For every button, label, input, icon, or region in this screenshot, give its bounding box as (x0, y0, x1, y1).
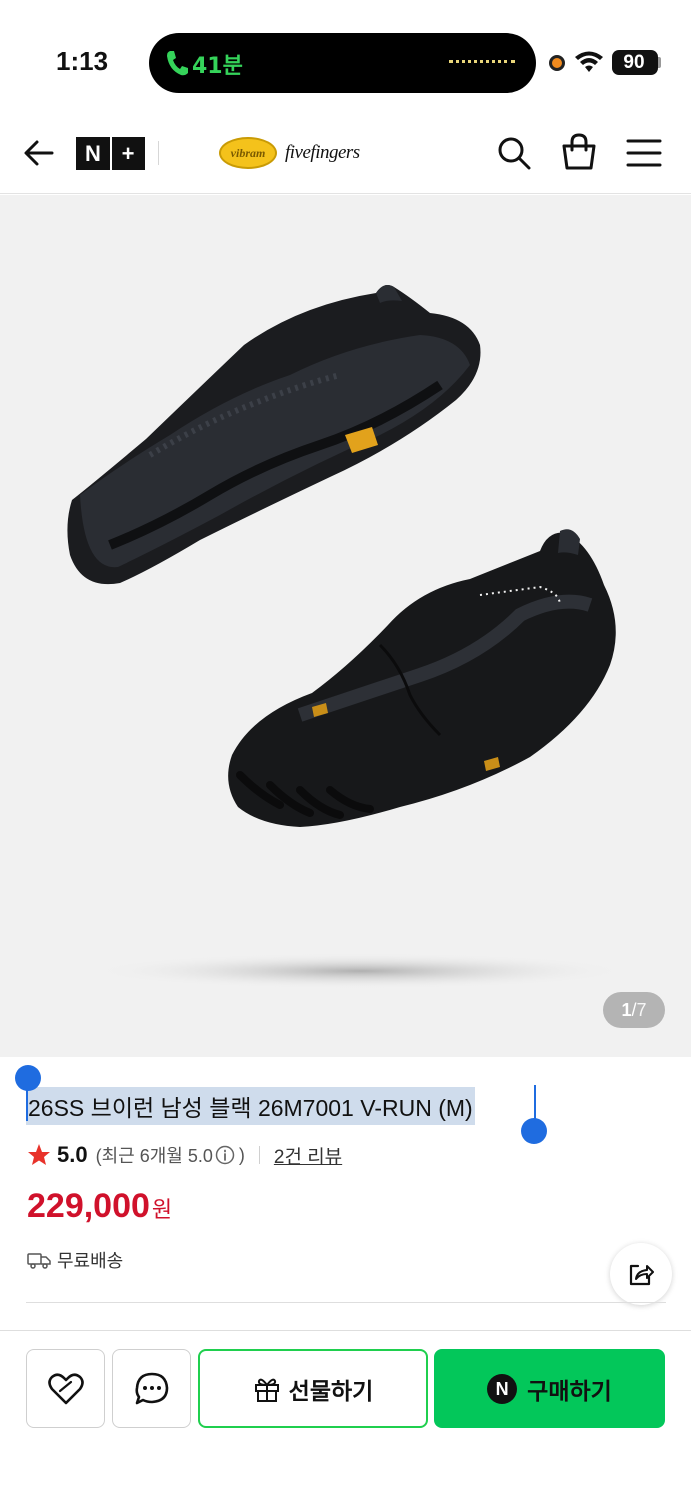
status-bar: 1:13 41분 90 (0, 0, 691, 110)
call-indicator-pill[interactable]: 41분 (149, 33, 536, 93)
buy-button[interactable]: N 구매하기 (434, 1349, 665, 1428)
heart-icon (48, 1373, 84, 1405)
rating-row: 5.0 (최근 6개월 5.0 ) 2건 리뷰 (27, 1140, 342, 1170)
search-icon[interactable] (495, 134, 533, 172)
text-selection-end-handle[interactable] (521, 1118, 547, 1144)
info-icon[interactable] (215, 1145, 235, 1165)
nplus-plus-sign: + (110, 137, 144, 170)
battery-level: 90 (623, 52, 645, 73)
wishlist-button[interactable] (26, 1349, 105, 1428)
brand-logo[interactable]: vibram fivefingers (219, 134, 360, 172)
rating-score: 5.0 (57, 1142, 88, 1167)
star-icon (28, 1144, 50, 1165)
header-divider (158, 141, 159, 165)
review-count-link[interactable]: 2건 리뷰 (274, 1142, 342, 1169)
rating-recent-close: ) (238, 1144, 245, 1165)
vibram-badge-logo: vibram (219, 137, 277, 169)
fivefingers-wordmark: fivefingers (285, 142, 360, 163)
status-time: 1:13 (56, 46, 109, 76)
rating-recent-text: (최근 6개월 5.0 (95, 1146, 213, 1166)
price-value: 229,000 (27, 1187, 150, 1225)
bottom-action-bar: 선물하기 N 구매하기 (0, 1330, 691, 1500)
image-counter: 1/7 (603, 992, 665, 1028)
shopping-bag-icon[interactable] (560, 132, 598, 172)
audio-waveform-icon (449, 60, 515, 63)
product-info-section: 26SS 브이런 남성 블랙 26M7001 V-RUN (M) 5.0 (최근… (0, 1057, 691, 1330)
price-unit: 원 (151, 1197, 173, 1222)
gift-button-label: 선물하기 (288, 1378, 374, 1405)
product-photo-shoes (67, 285, 630, 989)
gift-icon (254, 1378, 279, 1402)
text-selection-end-bar (534, 1085, 536, 1121)
share-icon (629, 1264, 654, 1286)
nplus-n-letter: N (85, 141, 101, 166)
share-button[interactable] (610, 1243, 672, 1305)
image-counter-separator: / (631, 1000, 637, 1020)
shipping-row: 무료배송 (27, 1247, 123, 1273)
phone-icon (167, 51, 188, 76)
image-counter-current: 1 (621, 1000, 632, 1020)
battery-tip (658, 57, 661, 68)
npay-icon: N (487, 1373, 518, 1404)
buy-button-label: 구매하기 (527, 1378, 612, 1405)
left-shoe-image (67, 285, 481, 585)
shipping-label: 무료배송 (57, 1251, 124, 1272)
call-duration: 41분 (192, 54, 243, 79)
product-title[interactable]: 26SS 브이런 남성 블랙 26M7001 V-RUN (M) (26, 1087, 475, 1125)
talktalk-chat-button[interactable] (112, 1349, 191, 1428)
rating-recent: (최근 6개월 5.0 ) (96, 1142, 245, 1168)
section-divider (26, 1302, 666, 1303)
truck-icon (27, 1253, 51, 1269)
chat-bubble-icon (135, 1372, 169, 1405)
recording-dot-icon (549, 55, 565, 71)
gift-button[interactable]: 선물하기 (198, 1349, 428, 1428)
wifi-icon (575, 51, 603, 72)
right-shoe-image (228, 529, 616, 827)
rating-separator (258, 1146, 260, 1164)
price-row: 229,000 원 (27, 1187, 172, 1226)
text-selection-start-handle[interactable] (15, 1065, 41, 1091)
nplus-store-logo[interactable]: N + (76, 137, 145, 170)
text-selection-start-bar (26, 1085, 28, 1121)
store-header: N + vibram fivefingers (0, 112, 691, 194)
hamburger-menu-icon[interactable] (626, 136, 662, 170)
back-arrow-icon[interactable] (20, 134, 58, 172)
product-image-carousel[interactable]: 1/7 (0, 195, 691, 1057)
image-counter-total: 7 (636, 1000, 647, 1020)
battery-indicator: 90 (612, 50, 658, 75)
